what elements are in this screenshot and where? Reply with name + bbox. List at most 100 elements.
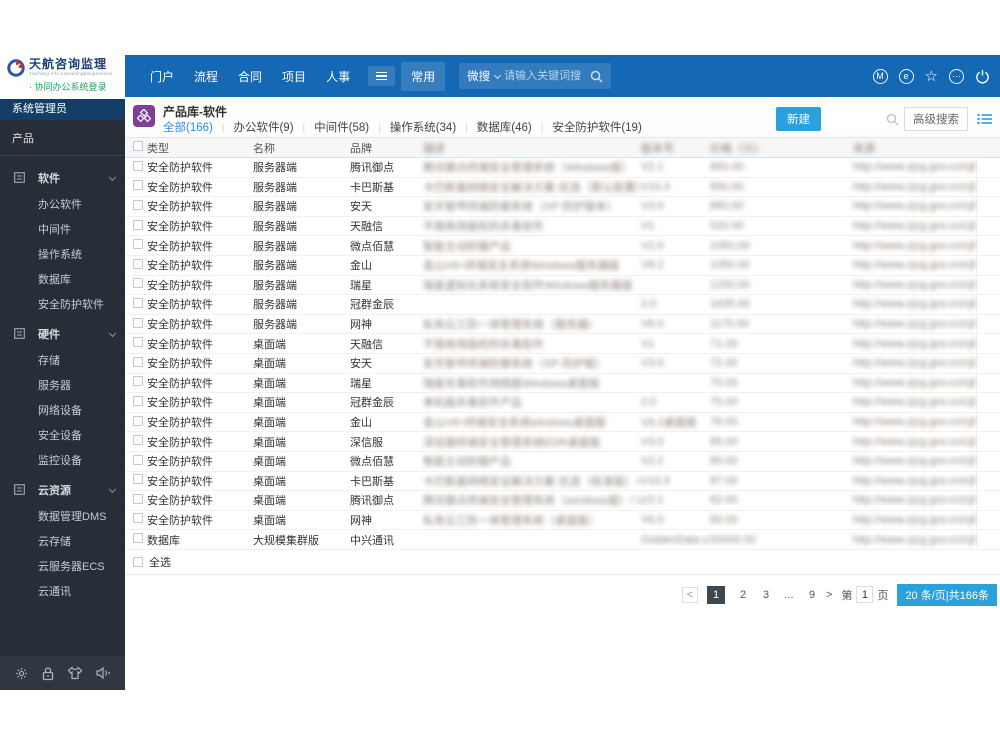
select-all-checkbox[interactable] <box>133 556 143 567</box>
row-checkbox[interactable] <box>133 160 143 171</box>
table-search-input[interactable] <box>828 108 886 130</box>
list-view-icon[interactable] <box>977 113 992 125</box>
category-tab[interactable]: 中间件(58) <box>294 119 369 135</box>
table-row[interactable]: 安全防护软件 桌面端 微点佰慧 智能主动防御产品 V2.2 85.00 http… <box>125 451 1000 472</box>
search-icon[interactable] <box>886 113 899 126</box>
sidebar-item[interactable]: 云资源 <box>0 477 125 503</box>
sidebar-item[interactable]: 服务器 <box>0 372 125 397</box>
table-row[interactable]: 安全防护软件 桌面端 金山 金山V8+终端安全系统windows桌面版 V8.2… <box>125 412 1000 433</box>
table-row[interactable]: 安全防护软件 服务器端 金山 金山V8+终端安全系统Windows服务器版 V8… <box>125 255 1000 276</box>
page-button[interactable]: 2 <box>738 589 748 601</box>
page-size-summary[interactable]: 20 条/页|共166条 <box>897 583 997 606</box>
row-checkbox[interactable] <box>133 337 143 348</box>
row-checkbox[interactable] <box>133 317 143 328</box>
gear-icon[interactable] <box>14 666 29 681</box>
category-tab[interactable]: 全部(166) <box>163 119 213 135</box>
select-all-header-checkbox[interactable] <box>133 141 143 151</box>
sidebar-item[interactable]: 云存储 <box>0 528 125 553</box>
page-jump-input[interactable]: 1 <box>856 586 874 604</box>
row-checkbox[interactable] <box>133 474 143 485</box>
top-nav-item[interactable]: 人事 <box>316 63 360 90</box>
sidebar-item[interactable]: 存储 <box>0 347 125 372</box>
row-checkbox[interactable] <box>133 395 143 406</box>
table-row[interactable]: 安全防护软件 服务器端 网神 私有云三防一体管理系统（服务器） V6.0 117… <box>125 314 1000 335</box>
sidebar-item[interactable]: 操作系统 <box>0 241 125 266</box>
table-row[interactable]: 安全防护软件 服务器端 腾讯御点 腾讯御点终端安全管理系统（Windows版） … <box>125 158 1000 178</box>
nav-menu-icon[interactable] <box>368 65 396 87</box>
sidebar-item[interactable]: 办公软件 <box>0 191 125 216</box>
sidebar-item[interactable]: 安全设备 <box>0 422 125 447</box>
new-button[interactable]: 新建 <box>776 107 821 131</box>
table-row[interactable]: 数据库 大规模集群版 中兴通讯 GoldenData s... 50000.00… <box>125 530 1000 550</box>
sidebar-item[interactable]: 中间件 <box>0 216 125 241</box>
sound-icon[interactable] <box>95 666 111 680</box>
page-button[interactable]: 1 <box>707 585 725 604</box>
sidebar-item[interactable]: 软件 <box>0 165 125 191</box>
row-checkbox[interactable] <box>133 356 143 367</box>
prev-page-button[interactable]: < <box>682 586 698 603</box>
category-tab[interactable]: 办公软件(9) <box>213 119 293 135</box>
sidebar-item[interactable]: 云服务器ECS <box>0 553 125 578</box>
top-nav-item[interactable]: 合同 <box>228 63 272 90</box>
table-row[interactable]: 安全防护软件 桌面端 天融信 不限商用版权的杀毒软件 V1 71.00 http… <box>125 334 1000 354</box>
row-checkbox[interactable] <box>133 415 143 426</box>
table-row[interactable]: 安全防护软件 服务器端 天融信 不限商用版权的杀毒软件 V1 520.00 ht… <box>125 216 1000 237</box>
row-checkbox[interactable] <box>133 219 143 230</box>
tab-favorites[interactable]: 常用 <box>401 61 446 91</box>
page-button[interactable]: ... <box>784 589 794 601</box>
global-search-input[interactable] <box>504 70 591 82</box>
page-button[interactable]: 9 <box>807 589 817 601</box>
row-checkbox[interactable] <box>133 180 143 191</box>
table-row[interactable]: 安全防护软件 桌面端 腾讯御点 腾讯御点终端安全管理系统（windows版）/ … <box>125 491 1000 511</box>
sidebar-item[interactable]: 数据管理DMS <box>0 503 125 528</box>
sidebar-item[interactable]: 监控设备 <box>0 447 125 472</box>
table-row[interactable]: 安全防护软件 桌面端 网神 私有云三防一体管理系统（桌面版） V6.0 80.0… <box>125 510 1000 531</box>
row-checkbox[interactable] <box>133 435 143 446</box>
lock-icon[interactable] <box>41 666 55 681</box>
row-checkbox[interactable] <box>133 199 143 210</box>
theme-shirt-icon[interactable] <box>67 666 83 680</box>
table-row[interactable]: 安全防护软件 服务器端 安天 安天智甲终端防御系统（XP·防护版本） V3.0 … <box>125 197 1000 217</box>
row-checkbox[interactable] <box>133 297 143 308</box>
top-nav-item[interactable]: 项目 <box>272 63 316 90</box>
category-tab[interactable]: 操作系统(34) <box>369 119 456 135</box>
power-icon[interactable] <box>975 69 990 84</box>
table-row[interactable]: 安全防护软件 服务器端 瑞星 瑞星虚拟化系统安全软件Windows服务器版 12… <box>125 275 1000 296</box>
category-tab[interactable]: 安全防护软件(19) <box>532 119 641 135</box>
sidebar-item[interactable]: 硬件 <box>0 321 125 347</box>
row-checkbox[interactable] <box>133 278 143 289</box>
advanced-search-button[interactable]: 高级搜索 <box>904 107 968 131</box>
table-row[interactable]: 安全防护软件 桌面端 冠群金辰 单机版杀毒软件产品 2.0 75.00 http… <box>125 393 1000 413</box>
sidebar-item[interactable]: 安全防护软件 <box>0 291 125 316</box>
row-checkbox[interactable] <box>133 533 143 544</box>
row-checkbox[interactable] <box>133 239 143 250</box>
row-checkbox[interactable] <box>133 493 143 504</box>
search-icon[interactable] <box>590 70 603 83</box>
m-badge-icon[interactable]: M <box>872 68 888 84</box>
top-nav-item[interactable]: 门户 <box>140 63 184 90</box>
top-nav-item[interactable]: 流程 <box>184 63 228 90</box>
page-button[interactable]: 3 <box>761 589 771 601</box>
row-checkbox[interactable] <box>133 258 143 269</box>
collab-login-link[interactable]: · 协同办公系统登录 <box>7 80 119 93</box>
more-icon[interactable]: ··· <box>949 68 964 84</box>
table-row[interactable]: 安全防护软件 桌面端 安天 安天智甲终端防御系统（XP·防护版） V3.0 72… <box>125 353 1000 374</box>
table-row[interactable]: 安全防护软件 桌面端 深信服 深信服终端安全管理系统EDR桌面版 V3.0 85… <box>125 432 1000 452</box>
table-row[interactable]: 安全防护软件 服务器端 冠群金辰 2.0 1635.00 http://www.… <box>125 295 1000 315</box>
table-row[interactable]: 安全防护软件 桌面端 瑞星 瑞星杀毒软件网络版Windows桌面版 75.00 … <box>125 373 1000 394</box>
favorite-star-icon[interactable]: ☆ <box>925 69 938 84</box>
sidebar-item[interactable]: 数据库 <box>0 266 125 291</box>
chevron-down-icon[interactable] <box>494 71 502 79</box>
table-row[interactable]: 安全防护软件 桌面端 卡巴斯基 卡巴斯基网络安全解决方案·优选（标准版）+EDR… <box>125 471 1000 492</box>
next-page-button[interactable]: > <box>826 589 832 601</box>
search-scope-label[interactable]: 微搜 <box>467 68 490 84</box>
row-checkbox[interactable] <box>133 454 143 465</box>
sidebar-item[interactable]: 云通讯 <box>0 578 125 603</box>
table-row[interactable]: 安全防护软件 服务器端 卡巴斯基 卡巴斯基网络安全解决方案·优选（默认配置）标准… <box>125 177 1000 198</box>
message-icon[interactable]: e <box>898 68 914 84</box>
row-checkbox[interactable] <box>133 376 143 387</box>
row-checkbox[interactable] <box>133 513 143 524</box>
sidebar-item[interactable]: 网络设备 <box>0 397 125 422</box>
table-row[interactable]: 安全防护软件 服务器端 微点佰慧 智能主动防御产品 V2.0 1050.00 h… <box>125 236 1000 256</box>
category-tab[interactable]: 数据库(46) <box>456 119 532 135</box>
